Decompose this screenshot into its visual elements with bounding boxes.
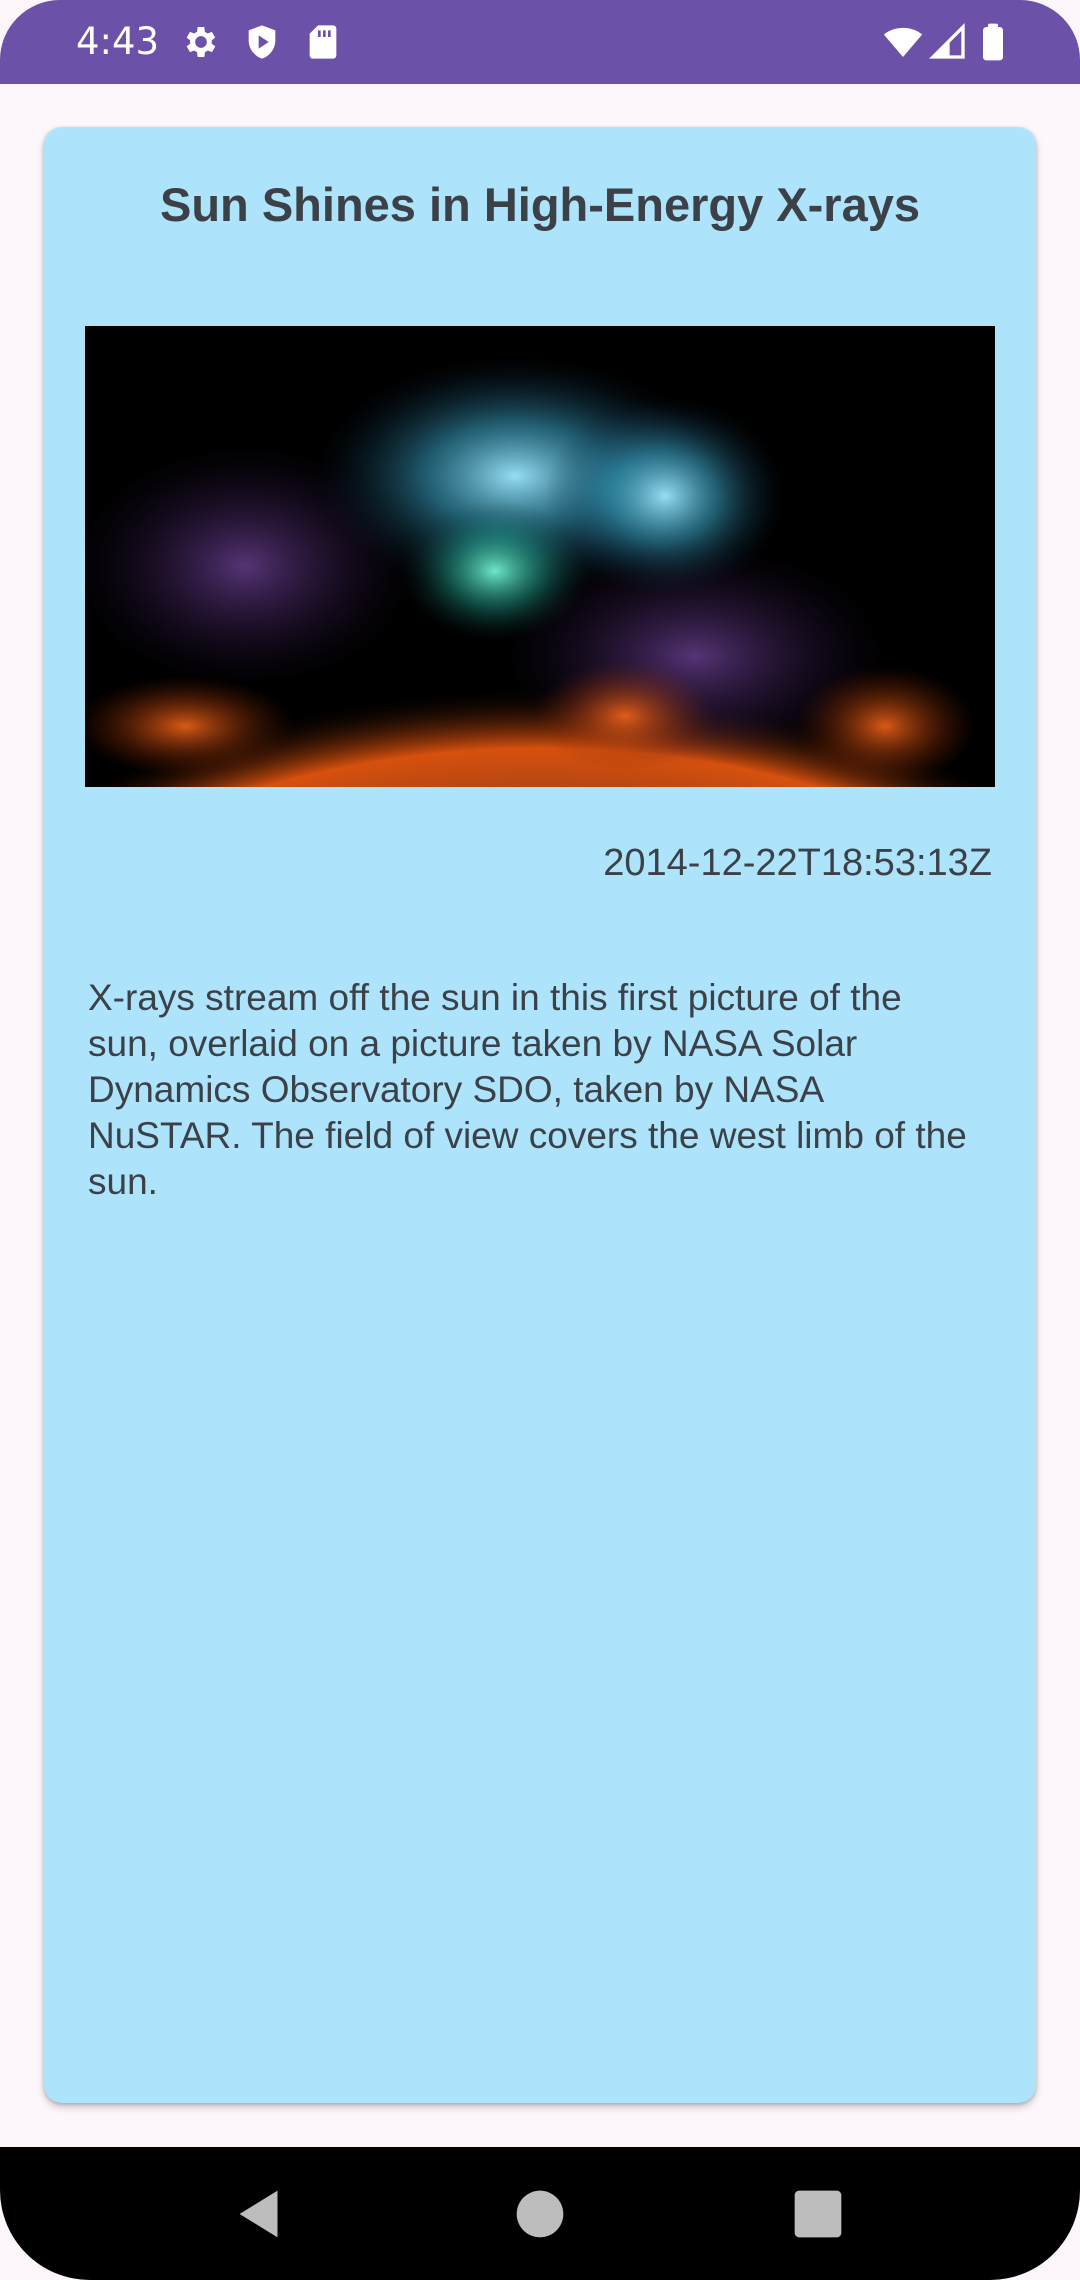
- status-time: 4:43: [76, 20, 160, 63]
- gear-icon: [181, 22, 221, 62]
- navigation-bar: [0, 2147, 1080, 2280]
- home-icon[interactable]: [505, 2179, 575, 2249]
- card-title: Sun Shines in High-Energy X-rays: [160, 178, 920, 231]
- app-screen: 4:43 Sun Shines in High-Energy X-rays 20…: [0, 0, 1080, 2280]
- battery-icon: [976, 22, 1010, 62]
- apod-image[interactable]: [85, 326, 995, 787]
- apod-card[interactable]: Sun Shines in High-Energy X-rays 2014-12…: [44, 127, 1036, 2103]
- card-description: X-rays stream off the sun in this first …: [88, 977, 967, 1202]
- wifi-icon: [882, 22, 924, 62]
- status-bar: 4:43: [0, 0, 1080, 84]
- shield-play-icon: [242, 22, 282, 62]
- recents-icon[interactable]: [783, 2179, 853, 2249]
- cell-signal-icon: [928, 22, 968, 62]
- sd-card-icon: [303, 22, 343, 62]
- back-icon[interactable]: [225, 2179, 295, 2249]
- card-date: 2014-12-22T18:53:13Z: [603, 842, 992, 884]
